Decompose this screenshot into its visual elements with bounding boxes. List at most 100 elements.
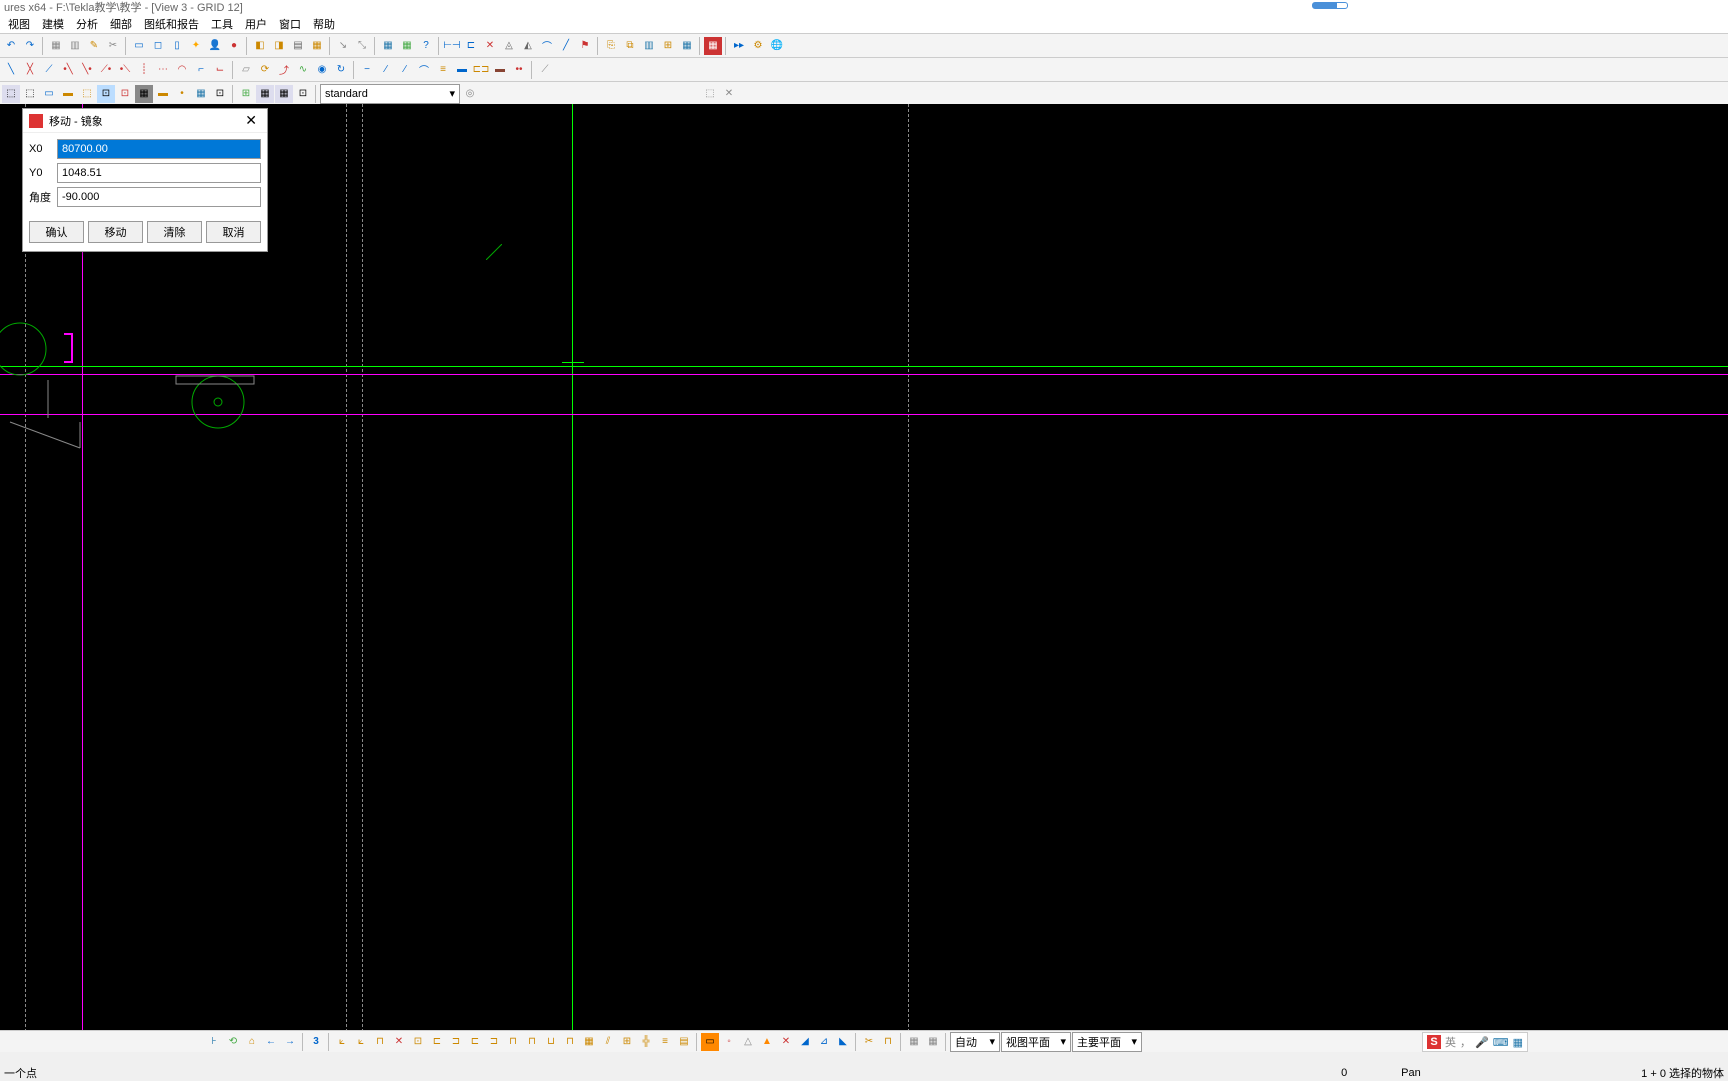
sel7-icon[interactable]: ⊡ <box>116 85 134 103</box>
ime-mic-icon[interactable]: 🎤 <box>1475 1036 1489 1049</box>
arc3-icon[interactable]: ⌙ <box>211 61 229 79</box>
expand-icon[interactable]: ✕ <box>720 85 738 103</box>
pt3-icon[interactable]: ⟋• <box>97 61 115 79</box>
close-icon[interactable]: ✕ <box>241 112 261 129</box>
b22-icon[interactable]: ⊞ <box>618 1033 636 1051</box>
b15-icon[interactable]: ⊐ <box>485 1033 503 1051</box>
menu-window[interactable]: 窗口 <box>273 17 307 33</box>
sel6-icon[interactable]: ⊡ <box>97 85 115 103</box>
b6-icon[interactable]: 3 <box>307 1033 325 1051</box>
sel1-icon[interactable]: ⬚ <box>2 85 20 103</box>
snap2-icon[interactable]: ⟳ <box>256 61 274 79</box>
beam8-icon[interactable]: ▬ <box>491 61 509 79</box>
sel3-icon[interactable]: ▭ <box>40 85 58 103</box>
c3-icon[interactable]: △ <box>739 1033 757 1051</box>
b9-icon[interactable]: ⊓ <box>371 1033 389 1051</box>
sel4-icon[interactable]: ▬ <box>59 85 77 103</box>
sel5-icon[interactable]: ⬚ <box>78 85 96 103</box>
b1-icon[interactable]: ⊦ <box>205 1033 223 1051</box>
snap4-icon[interactable]: ∿ <box>294 61 312 79</box>
people-icon[interactable]: 👤 <box>206 37 224 55</box>
edit-icon[interactable]: ✎ <box>85 37 103 55</box>
beam6-icon[interactable]: ▬ <box>453 61 471 79</box>
y0-input[interactable] <box>57 163 261 183</box>
beam9-icon[interactable]: •• <box>510 61 528 79</box>
table-icon[interactable]: ▦ <box>308 37 326 55</box>
line2-icon[interactable]: ╳ <box>21 61 39 79</box>
rect2-icon[interactable]: ◻ <box>149 37 167 55</box>
c6-icon[interactable]: ◢ <box>796 1033 814 1051</box>
sel16-icon[interactable]: ⊡ <box>294 85 312 103</box>
b16-icon[interactable]: ⊓ <box>504 1033 522 1051</box>
beam1-icon[interactable]: − <box>358 61 376 79</box>
sel10-icon[interactable]: • <box>173 85 191 103</box>
menu-view[interactable]: 视图 <box>2 17 36 33</box>
sel15-icon[interactable]: ▦ <box>275 85 293 103</box>
cal-icon[interactable]: ▦ <box>678 37 696 55</box>
beam5-icon[interactable]: ≡ <box>434 61 452 79</box>
b23-icon[interactable]: ╬ <box>637 1033 655 1051</box>
ime-bar[interactable]: S 英 ， 🎤 ⌨ ▦ <box>1422 1032 1528 1052</box>
cut-icon[interactable]: ✂ <box>104 37 122 55</box>
arrow-icon[interactable]: ↘ <box>334 37 352 55</box>
c4-icon[interactable]: ▲ <box>758 1033 776 1051</box>
b5-icon[interactable]: → <box>281 1033 299 1051</box>
line3-icon[interactable]: ⟋ <box>40 61 58 79</box>
b2-icon[interactable]: ⟲ <box>224 1033 242 1051</box>
snap1-icon[interactable]: ▱ <box>237 61 255 79</box>
grid2-icon[interactable]: ▦ <box>398 37 416 55</box>
x0-input[interactable] <box>57 139 261 159</box>
b17-icon[interactable]: ⊓ <box>523 1033 541 1051</box>
sel13-icon[interactable]: ⊞ <box>237 85 255 103</box>
b11-icon[interactable]: ⊡ <box>409 1033 427 1051</box>
form-icon[interactable]: ▥ <box>640 37 658 55</box>
clear-button[interactable]: 清除 <box>147 221 202 243</box>
menu-user[interactable]: 用户 <box>239 17 273 33</box>
redo-icon[interactable]: ↷ <box>21 37 39 55</box>
gear-icon[interactable]: ⚙ <box>749 37 767 55</box>
menu-model[interactable]: 建模 <box>36 17 70 33</box>
calc-icon[interactable]: ⊞ <box>659 37 677 55</box>
copy-icon[interactable]: ⎘ <box>602 37 620 55</box>
arrow2-icon[interactable]: ⤡ <box>353 37 371 55</box>
target-icon[interactable]: ◎ <box>461 85 479 103</box>
d2-icon[interactable]: ⊓ <box>879 1033 897 1051</box>
globe-icon[interactable]: 🌐 <box>768 37 786 55</box>
view-plane-dropdown[interactable]: 视图平面▾ <box>1001 1032 1071 1052</box>
pt6-icon[interactable]: ⋯ <box>154 61 172 79</box>
b14-icon[interactable]: ⊏ <box>466 1033 484 1051</box>
box2-icon[interactable]: ◨ <box>270 37 288 55</box>
d1-icon[interactable]: ✂ <box>860 1033 878 1051</box>
dialog-titlebar[interactable]: 移动 - 镜象 ✕ <box>23 109 267 133</box>
d3-icon[interactable]: ▦ <box>905 1033 923 1051</box>
b21-icon[interactable]: ⫽ <box>599 1033 617 1051</box>
b19-icon[interactable]: ⊓ <box>561 1033 579 1051</box>
b25-icon[interactable]: ▤ <box>675 1033 693 1051</box>
menu-drawing[interactable]: 图纸和报告 <box>138 17 205 33</box>
compass2-icon[interactable]: ◭ <box>519 37 537 55</box>
snap6-icon[interactable]: ↻ <box>332 61 350 79</box>
c8-icon[interactable]: ◣ <box>834 1033 852 1051</box>
play-icon[interactable]: ▸▸ <box>730 37 748 55</box>
auto-dropdown[interactable]: 自动▾ <box>950 1032 1000 1052</box>
pt1-icon[interactable]: •╲ <box>59 61 77 79</box>
d4-icon[interactable]: ▦ <box>924 1033 942 1051</box>
compass-icon[interactable]: ◬ <box>500 37 518 55</box>
ball-icon[interactable]: ● <box>225 37 243 55</box>
arc1-icon[interactable]: ◠ <box>173 61 191 79</box>
beam7-icon[interactable]: ⊏⊐ <box>472 61 490 79</box>
pt5-icon[interactable]: ┊ <box>135 61 153 79</box>
cross-icon[interactable]: ✕ <box>481 37 499 55</box>
line-icon[interactable]: ╱ <box>557 37 575 55</box>
star-icon[interactable]: ✦ <box>187 37 205 55</box>
b12-icon[interactable]: ⊏ <box>428 1033 446 1051</box>
snap5-icon[interactable]: ◉ <box>313 61 331 79</box>
line1-icon[interactable]: ╲ <box>2 61 20 79</box>
multi-icon[interactable]: ⧉ <box>621 37 639 55</box>
dim2-icon[interactable]: ⊏ <box>462 37 480 55</box>
beam2-icon[interactable]: ∕ <box>377 61 395 79</box>
standard-dropdown[interactable]: standard ▾ <box>320 84 460 104</box>
box-icon[interactable]: ◧ <box>251 37 269 55</box>
b8-icon[interactable]: ⟀ <box>352 1033 370 1051</box>
c7-icon[interactable]: ⊿ <box>815 1033 833 1051</box>
